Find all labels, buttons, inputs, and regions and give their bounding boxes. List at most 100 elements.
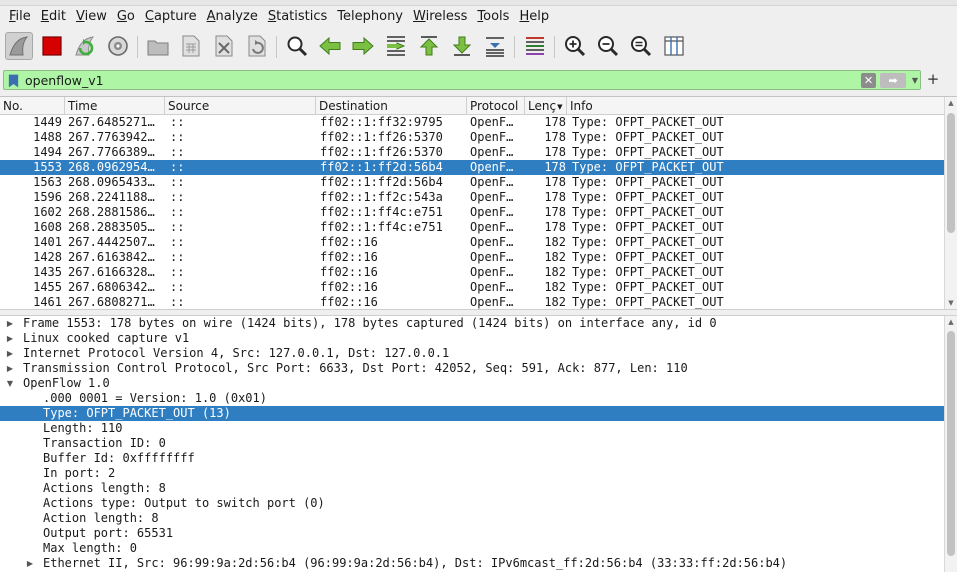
- detail-row[interactable]: Action length: 8: [0, 511, 944, 526]
- detail-text: Actions length: 8: [43, 481, 166, 495]
- packet-row[interactable]: 1449 267.6485271…:: ff02::1:ff32:9795 OpenF…: [0, 115, 944, 130]
- go-forward-icon[interactable]: [349, 32, 377, 60]
- column-header-protocol[interactable]: Protocol: [467, 97, 525, 115]
- colorize-icon[interactable]: [521, 32, 549, 60]
- capture-options-icon[interactable]: [104, 32, 132, 60]
- menu-edit[interactable]: Edit: [36, 6, 71, 28]
- zoom-normal-icon[interactable]: [627, 32, 655, 60]
- packet-source: ::: [170, 160, 185, 174]
- packet-row[interactable]: 1401 267.4442507…:: ff02::16 OpenF… 182 Type:…: [0, 235, 944, 250]
- packet-row[interactable]: 1596 268.2241188…:: ff02::1:ff2c:543a OpenF…: [0, 190, 944, 205]
- detail-row[interactable]: In port: 2: [0, 466, 944, 481]
- pane-splitter[interactable]: [0, 309, 957, 316]
- open-file-icon[interactable]: [144, 32, 172, 60]
- packet-row[interactable]: 1461 267.6808271…:: ff02::16 OpenF… 182 Type:…: [0, 295, 944, 310]
- restart-capture-icon[interactable]: [71, 32, 99, 60]
- menu-telephony[interactable]: Telephony: [332, 6, 408, 28]
- packet-row[interactable]: 1553 268.0962954…:: ff02::1:ff2d:56b4 OpenF…: [0, 160, 944, 175]
- zoom-in-icon[interactable]: [561, 32, 589, 60]
- chevron-right-icon[interactable]: ▶: [5, 331, 15, 346]
- column-header-time[interactable]: Time: [65, 97, 165, 115]
- bookmark-icon[interactable]: [7, 73, 20, 88]
- menu-statistics[interactable]: Statistics: [263, 6, 332, 28]
- chevron-right-icon[interactable]: ▶: [5, 361, 15, 376]
- stop-capture-icon[interactable]: [38, 32, 66, 60]
- chevron-right-icon[interactable]: ▶: [5, 346, 15, 361]
- packet-length: 178: [544, 115, 566, 129]
- details-scrollbar[interactable]: ▲: [944, 316, 957, 572]
- chevron-down-icon[interactable]: ▼: [5, 376, 15, 391]
- find-packet-icon[interactable]: [283, 32, 311, 60]
- go-back-icon[interactable]: [316, 32, 344, 60]
- scroll-thumb[interactable]: [947, 331, 955, 556]
- column-header-no[interactable]: No.: [0, 97, 65, 115]
- toolbar-separator: [514, 36, 515, 58]
- detail-row[interactable]: ▶ Frame 1553: 178 bytes on wire (1424 bit…: [0, 316, 944, 331]
- detail-row[interactable]: .000 0001 = Version: 1.0 (0x01): [0, 391, 944, 406]
- packet-time: 267.7766389…: [68, 145, 155, 159]
- packet-info: Type: OFPT_PACKET_OUT: [572, 295, 724, 309]
- menu-file[interactable]: File: [4, 6, 36, 28]
- clear-filter-icon[interactable]: ✕: [861, 73, 876, 88]
- packet-row[interactable]: 1488 267.7763942…:: ff02::1:ff26:5370 OpenF…: [0, 130, 944, 145]
- resize-columns-icon[interactable]: [660, 32, 688, 60]
- apply-filter-icon[interactable]: ➡: [880, 73, 906, 88]
- packet-row[interactable]: 1428 267.6163842…:: ff02::16 OpenF… 182 Type:…: [0, 250, 944, 265]
- packet-time: 268.2241188…: [68, 190, 155, 204]
- detail-row[interactable]: ▼ OpenFlow 1.0: [0, 376, 944, 391]
- menu-wireless[interactable]: Wireless: [408, 6, 472, 28]
- detail-row[interactable]: Buffer Id: 0xffffffff: [0, 451, 944, 466]
- chevron-right-icon[interactable]: ▶: [5, 316, 15, 331]
- scroll-up-icon[interactable]: ▲: [945, 97, 957, 110]
- menu-view[interactable]: View: [71, 6, 112, 28]
- detail-row[interactable]: ▶ Transmission Control Protocol, Src Port…: [0, 361, 944, 376]
- detail-row[interactable]: Actions length: 8: [0, 481, 944, 496]
- add-filter-button[interactable]: +: [926, 71, 940, 87]
- packet-length: 178: [544, 145, 566, 159]
- detail-row[interactable]: ▶ Ethernet II, Src: 96:99:9a:2d:56:b4 (96…: [0, 556, 944, 571]
- packet-row[interactable]: 1435 267.6166328…:: ff02::16 OpenF… 182 Type:…: [0, 265, 944, 280]
- packet-row[interactable]: 1455 267.6806342…:: ff02::16 OpenF… 182 Type:…: [0, 280, 944, 295]
- packet-row[interactable]: 1602 268.2881586…:: ff02::1:ff4c:e751 OpenF…: [0, 205, 944, 220]
- packet-row[interactable]: 1563 268.0965433…:: ff02::1:ff2d:56b4 OpenF…: [0, 175, 944, 190]
- save-file-icon[interactable]: [177, 32, 205, 60]
- scroll-thumb[interactable]: [947, 113, 955, 233]
- scroll-up-icon[interactable]: ▲: [945, 316, 957, 329]
- go-first-icon[interactable]: [415, 32, 443, 60]
- go-to-packet-icon[interactable]: [382, 32, 410, 60]
- go-last-icon[interactable]: [448, 32, 476, 60]
- packet-list-scrollbar[interactable]: ▲ ▼: [944, 97, 957, 310]
- chevron-right-icon[interactable]: ▶: [25, 556, 35, 571]
- detail-row[interactable]: Transaction ID: 0: [0, 436, 944, 451]
- packet-row[interactable]: 1494 267.7766389…:: ff02::1:ff26:5370 OpenF…: [0, 145, 944, 160]
- column-header-info[interactable]: Info: [567, 97, 944, 115]
- close-file-icon[interactable]: [210, 32, 238, 60]
- packet-row[interactable]: 1608 268.2883505…:: ff02::1:ff4c:e751 OpenF…: [0, 220, 944, 235]
- menu-tools[interactable]: Tools: [472, 6, 514, 28]
- menu-capture[interactable]: Capture: [140, 6, 202, 28]
- chevron-down-icon[interactable]: ▼: [910, 73, 920, 88]
- detail-row[interactable]: Length: 110: [0, 421, 944, 436]
- detail-row[interactable]: Actions type: Output to switch port (0): [0, 496, 944, 511]
- menu-help[interactable]: Help: [514, 6, 554, 28]
- detail-row[interactable]: ▶ Internet Protocol Version 4, Src: 127.0…: [0, 346, 944, 361]
- column-header-source[interactable]: Source: [165, 97, 316, 115]
- packet-info: Type: OFPT_PACKET_OUT: [572, 265, 724, 279]
- packet-rows: 1449 267.6485271…:: ff02::1:ff32:9795 OpenF…: [0, 115, 944, 310]
- autoscroll-icon[interactable]: [481, 32, 509, 60]
- menu-analyze[interactable]: Analyze: [202, 6, 263, 28]
- shark-fin-start-icon[interactable]: [5, 32, 33, 60]
- toolbar-separator: [276, 36, 277, 58]
- menu-go[interactable]: Go: [112, 6, 140, 28]
- zoom-out-icon[interactable]: [594, 32, 622, 60]
- display-filter-input[interactable]: [25, 71, 855, 89]
- reload-file-icon[interactable]: [243, 32, 271, 60]
- toolbar-separator: [554, 36, 555, 58]
- detail-row[interactable]: Type: OFPT_PACKET_OUT (13): [0, 406, 944, 421]
- detail-row[interactable]: ▶ Linux cooked capture v1: [0, 331, 944, 346]
- column-header-length[interactable]: Lenç▼: [525, 97, 567, 115]
- detail-text: Actions type: Output to switch port (0): [43, 496, 325, 510]
- column-header-destination[interactable]: Destination: [316, 97, 467, 115]
- detail-row[interactable]: Max length: 0: [0, 541, 944, 556]
- detail-row[interactable]: Output port: 65531: [0, 526, 944, 541]
